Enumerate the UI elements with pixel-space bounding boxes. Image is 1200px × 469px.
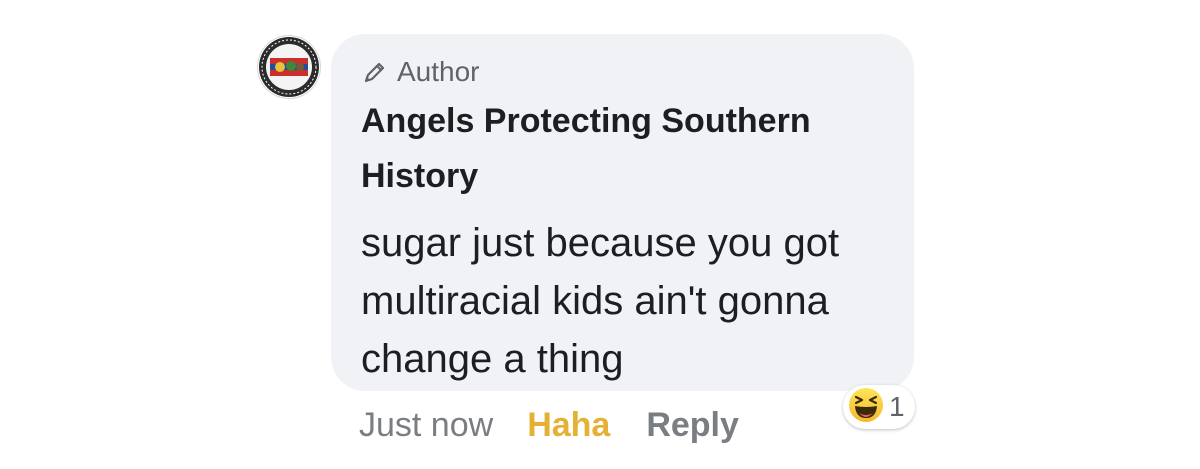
author-label: Author	[397, 56, 480, 87]
author-badge: Author	[361, 54, 480, 90]
haha-button[interactable]: Haha	[527, 406, 610, 445]
reaction-summary[interactable]: 1	[843, 385, 915, 429]
haha-emoji-icon	[847, 386, 885, 429]
comment-bubble: Author Angels Protecting Southern Histor…	[331, 34, 914, 391]
comment-text: sugar just because you got multiracial k…	[361, 221, 840, 381]
reply-button[interactable]: Reply	[646, 406, 739, 445]
reaction-count: 1	[889, 391, 905, 422]
timestamp[interactable]: Just now	[359, 406, 493, 445]
pencil-icon	[361, 58, 389, 86]
comment-actions: Just now Haha Reply	[359, 400, 739, 450]
page-logo-icon	[259, 37, 319, 97]
avatar[interactable]	[258, 36, 320, 98]
commenter-name[interactable]: Angels Protecting Southern History	[361, 94, 901, 204]
